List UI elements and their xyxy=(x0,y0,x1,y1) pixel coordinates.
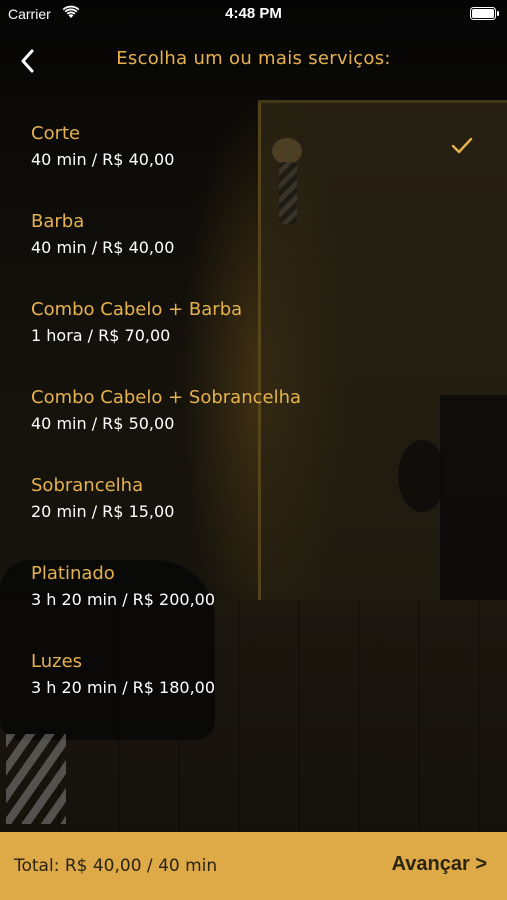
total-summary: Total: R$ 40,00 / 40 min xyxy=(14,856,218,876)
service-name: Combo Cabelo + Sobrancelha xyxy=(31,387,302,408)
service-item-luzes[interactable]: Luzes 3 h 20 min / R$ 180,00 xyxy=(0,620,507,704)
service-item-combo-cabelo-sobrancelha[interactable]: Combo Cabelo + Sobrancelha 40 min / R$ 5… xyxy=(0,356,507,440)
service-detail: 40 min / R$ 40,00 xyxy=(31,238,175,257)
service-item-combo-cabelo-barba[interactable]: Combo Cabelo + Barba 1 hora / R$ 70,00 xyxy=(0,268,507,352)
service-name: Sobrancelha xyxy=(31,475,144,496)
service-detail: 3 h 20 min / R$ 200,00 xyxy=(31,590,216,609)
service-name: Corte xyxy=(31,123,81,144)
battery-icon xyxy=(470,7,499,20)
service-name: Platinado xyxy=(31,563,115,584)
service-name: Barba xyxy=(31,211,85,232)
service-detail: 20 min / R$ 15,00 xyxy=(31,502,175,521)
status-time: 4:48 PM xyxy=(225,5,282,22)
service-detail: 3 h 20 min / R$ 180,00 xyxy=(31,678,216,697)
service-name: Luzes xyxy=(31,651,83,672)
advance-button[interactable]: Avançar > xyxy=(392,853,487,876)
service-item-barba[interactable]: Barba 40 min / R$ 40,00 xyxy=(0,180,507,264)
footer-bar: Total: R$ 40,00 / 40 min Avançar > xyxy=(0,832,507,900)
status-bar: Carrier 4:48 PM xyxy=(0,0,507,28)
checkmark-icon xyxy=(451,137,473,154)
service-detail: 40 min / R$ 40,00 xyxy=(31,150,175,169)
service-name: Combo Cabelo + Barba xyxy=(31,299,243,320)
background-logo xyxy=(6,734,66,824)
page-title: Escolha um ou mais serviços: xyxy=(116,48,391,69)
service-item-sobrancelha[interactable]: Sobrancelha 20 min / R$ 15,00 xyxy=(0,444,507,528)
service-detail: 40 min / R$ 50,00 xyxy=(31,414,175,433)
navigation-bar: Escolha um ou mais serviços: xyxy=(0,28,507,92)
service-item-corte[interactable]: Corte 40 min / R$ 40,00 xyxy=(0,92,507,176)
service-detail: 1 hora / R$ 70,00 xyxy=(31,326,171,345)
service-item-platinado[interactable]: Platinado 3 h 20 min / R$ 200,00 xyxy=(0,532,507,616)
